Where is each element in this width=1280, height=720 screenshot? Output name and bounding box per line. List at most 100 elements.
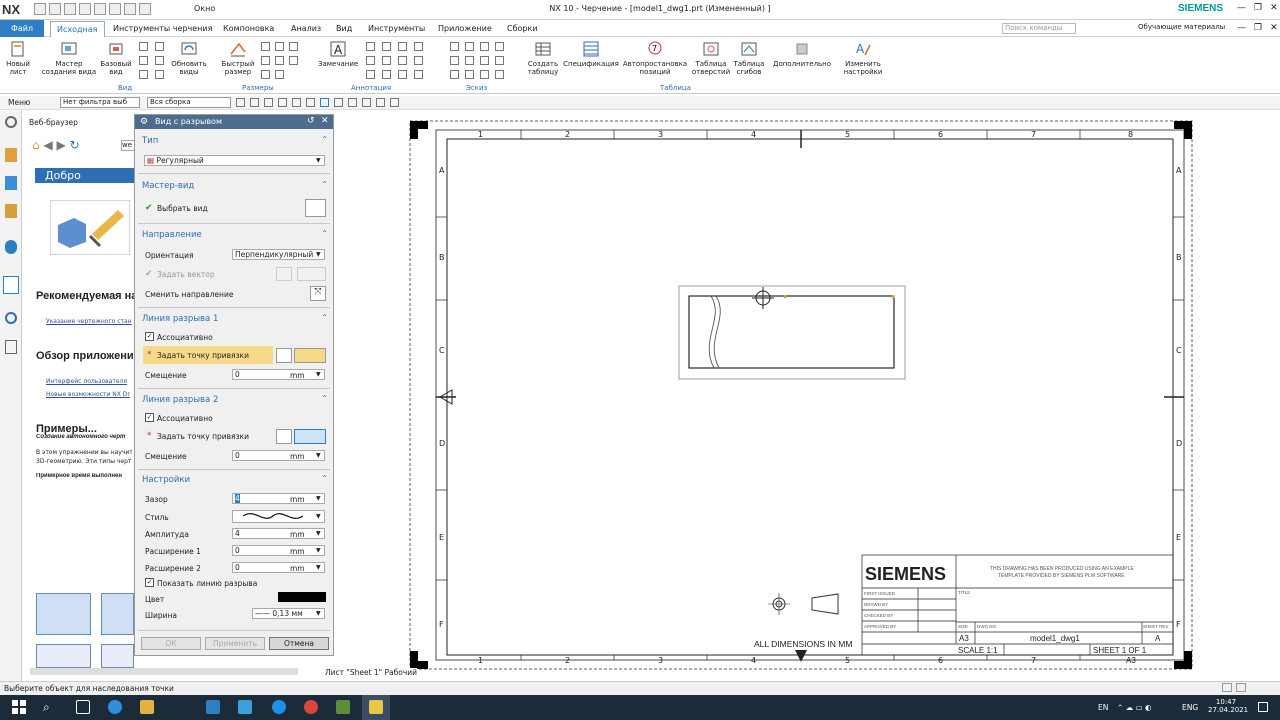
gap-input[interactable]: 4 [232,493,325,504]
associative-1-checkbox[interactable]: ✓ [145,332,154,341]
nx-app-icon[interactable] [369,700,383,714]
thickness-dim-icon[interactable] [275,56,284,65]
section-break2-chevron-icon[interactable]: ⌃ [321,394,328,403]
task-view-icon[interactable] [76,700,90,714]
control-point-icon[interactable] [292,98,301,107]
rectangle-icon[interactable] [465,42,474,51]
width-select[interactable]: —— 0,13 мм [252,608,325,619]
section-direction[interactable]: Направление [142,230,202,240]
example-thumbnail-1[interactable] [36,593,91,635]
centerline-icon[interactable] [414,42,423,51]
view-wizard-button[interactable]: Мастер создания вида [40,40,98,76]
view-layout-icon[interactable] [390,98,399,107]
apply-button[interactable]: Применить [205,637,265,650]
notifications-icon[interactable] [1258,702,1268,712]
intersection-snap-icon[interactable] [306,98,315,107]
status-icon-1[interactable] [1222,683,1232,692]
section-view-icon[interactable] [139,56,148,65]
datum-feature-icon[interactable] [382,42,391,51]
endpoint-snap-icon[interactable] [264,98,273,107]
image-icon[interactable] [398,70,407,79]
url-input[interactable]: we [121,140,135,151]
start-button[interactable] [12,700,26,714]
minimize-icon[interactable]: — [1237,3,1246,13]
offset-1-dropdown-icon[interactable]: ▼ [316,371,321,378]
copy-icon[interactable] [94,3,106,15]
doc-restore-icon[interactable]: ❐ [1254,23,1262,33]
back-icon[interactable]: ◀ [43,138,52,152]
create-table-button[interactable]: Создать таблицу [525,40,561,76]
midpoint-snap-icon[interactable] [278,98,287,107]
existing-point-icon[interactable] [362,98,371,107]
trim-icon[interactable] [465,70,474,79]
sheet-tab[interactable]: Лист "Sheet 1" Рабочий [325,668,418,677]
repeat-icon[interactable] [124,3,136,15]
tab-home[interactable]: Исходная [50,21,105,37]
style-select[interactable] [232,510,325,523]
settings-gear-icon[interactable] [5,116,17,128]
type-select[interactable]: ▦ Регулярный [144,155,325,166]
point-icon[interactable] [465,56,474,65]
web-panel-scrollbar[interactable] [30,668,298,675]
surface-finish-icon[interactable] [366,56,375,65]
section-master-chevron-icon[interactable]: ⌃ [321,180,328,189]
select-view-button[interactable] [305,199,326,217]
section-settings-chevron-icon[interactable]: ⌃ [321,474,328,483]
area-fill-icon[interactable] [382,70,391,79]
drawing-sheet[interactable]: 1 2 3 4 5 6 7 8 1 2 3 4 5 6 7 A B C D E … [336,111,1280,681]
note-button[interactable]: A Замечание [318,40,358,68]
input-lang-2[interactable]: ENG [1182,703,1198,712]
radial-dim-icon[interactable] [275,42,284,51]
line-icon[interactable] [480,42,489,51]
chamfer-dim-icon[interactable] [261,56,270,65]
more-button[interactable]: Дополнительно [771,40,833,68]
doc-minimize-icon[interactable]: — [1237,23,1246,33]
constraint-icon[interactable] [495,70,504,79]
forward-icon[interactable]: ▶ [57,138,66,152]
angular-dim-icon[interactable] [289,42,298,51]
feature-param-icon[interactable] [275,70,284,79]
refresh-icon[interactable]: ↻ [70,138,80,152]
drafting-standard-link[interactable]: Указание чертежного стан [46,318,134,325]
point-2-label[interactable]: Задать точку привязки [157,432,249,441]
hole-table-button[interactable]: Таблица отверстий [690,40,732,76]
whats-new-link[interactable]: Новые возможности NX Dr [46,391,134,398]
hatch-icon[interactable] [366,70,375,79]
redo-icon[interactable] [64,3,76,15]
extension-2-input[interactable]: 0 [232,562,325,573]
close-icon[interactable]: ✕ [1270,3,1278,13]
file-explorer-icon[interactable] [140,700,154,714]
offset-1-input[interactable]: 0 [232,369,325,380]
clock[interactable]: 10:47 27.04.2021 [1208,698,1248,714]
command-search-input[interactable]: Поиск команды [1002,23,1076,34]
parts-list-button[interactable]: Спецификация [562,40,620,68]
skype-icon[interactable] [272,700,286,714]
section-settings[interactable]: Настройки [142,475,190,485]
nx-logo[interactable]: NX [2,2,20,17]
point-2-snap-dropdown[interactable] [294,429,326,444]
part-navigator-icon[interactable] [5,148,17,162]
window-menu[interactable]: Окно [194,4,215,13]
roles-icon[interactable] [3,276,19,294]
orientation-dropdown-icon[interactable]: ▼ [316,251,321,258]
polygon-icon[interactable] [450,70,459,79]
view-option-icon[interactable] [139,70,148,79]
section-break-line-2[interactable]: Линия разрыва 2 [142,395,218,405]
circle-icon[interactable] [450,56,459,65]
section-direction-chevron-icon[interactable]: ⌃ [321,229,328,238]
reuse-library-icon[interactable] [5,204,17,218]
associative-2-checkbox[interactable]: ✓ [145,413,154,422]
extend-icon[interactable] [480,70,489,79]
intersection-icon[interactable] [414,56,423,65]
reverse-direction-icon[interactable]: ⤧ [310,286,326,301]
symbol-icon[interactable] [414,70,423,79]
ui-link[interactable]: Интерфейс пользователя [46,378,134,385]
point-1-snap-dropdown[interactable] [294,348,326,363]
photoshop-like-icon[interactable] [238,700,252,714]
tab-drafting-tools[interactable]: Инструменты черчения [107,21,218,37]
width-dropdown-icon[interactable]: ▼ [316,610,321,617]
vector-dialog-button[interactable] [276,267,292,281]
orientation-select[interactable]: Перпендикулярный [232,249,325,260]
type-filter-select[interactable]: Нет фильтра выб [60,97,140,108]
tab-assemblies[interactable]: Сборки [501,21,544,37]
